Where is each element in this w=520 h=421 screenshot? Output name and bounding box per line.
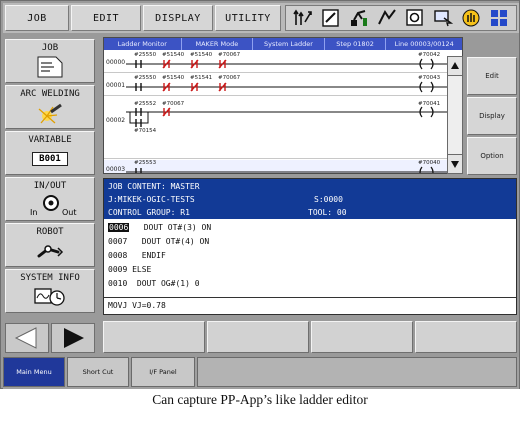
main-menu-tab[interactable]: Main Menu xyxy=(3,357,65,387)
short-cut-tab[interactable]: Short Cut xyxy=(67,357,129,387)
side-job-label: JOB xyxy=(41,43,59,53)
control-group: CONTROL GROUP: R1 xyxy=(108,208,190,217)
ladder-rung[interactable]: 00002 #25552 #70067 #70154 #70041 xyxy=(104,97,462,159)
instruction-input-line[interactable]: MOVJ VJ=0.78 xyxy=(104,297,516,313)
ladder-header-title: Ladder Monitor xyxy=(104,38,182,50)
system-clock-icon xyxy=(34,286,66,312)
side-arc-welding-button[interactable]: ARC WELDING xyxy=(5,85,95,129)
pendant-screen: JOB EDIT DISPLAY UTILITY JOB ARC WELDING… xyxy=(0,0,520,389)
ladder-edit-button[interactable]: Edit xyxy=(467,57,517,95)
job-content-title: JOB CONTENT: MASTER xyxy=(108,182,200,191)
function-key-3[interactable] xyxy=(311,321,413,353)
in-label: In xyxy=(30,208,38,217)
io-plug-icon xyxy=(40,193,62,217)
ladder-monitor-window: Ladder Monitor MAKER Mode System Ladder … xyxy=(103,37,463,174)
job-line-text: DOUT OG#(1) 0 xyxy=(136,279,200,288)
triangle-up-icon xyxy=(451,62,459,69)
job-content-header: JOB CONTENT: MASTER J:MIKEK-OGIC-TESTS S… xyxy=(104,179,516,219)
job-line-number: 0009 xyxy=(108,265,128,274)
side-robot-button[interactable]: ROBOT xyxy=(5,223,95,267)
job-line-text: ELSE xyxy=(132,265,152,274)
ladder-rung[interactable]: 00003 #25553 #70040 xyxy=(104,160,462,173)
side-job-button[interactable]: JOB xyxy=(5,39,95,83)
figure-caption: Can capture PP-App’s like ladder editor xyxy=(152,392,368,407)
if-panel-tab[interactable]: I/F Panel xyxy=(131,357,195,387)
tool-number: TOOL: 00 xyxy=(308,208,347,217)
ladder-scroll-down-button[interactable] xyxy=(447,154,463,174)
edit-lock-icon xyxy=(321,8,341,28)
menu-display[interactable]: DISPLAY xyxy=(143,5,213,31)
task-bar: Main Menu Short Cut I/F Panel xyxy=(3,357,519,389)
job-step: S:0000 xyxy=(314,195,343,204)
out-label: Out xyxy=(62,208,77,217)
page-forward-button[interactable] xyxy=(51,323,95,353)
page-back-button[interactable] xyxy=(5,323,49,353)
ladder-header-ladder: System Ladder xyxy=(253,38,325,50)
ladder-option-button[interactable]: Option xyxy=(467,137,517,175)
robot-group-icon xyxy=(349,8,369,28)
welding-spark-icon xyxy=(37,103,63,129)
ladder-header-mode: MAKER Mode xyxy=(182,38,254,50)
rung-diagram xyxy=(126,106,448,127)
rung-diagram xyxy=(126,166,448,173)
job-line-text: DOUT OT#(4) ON xyxy=(141,237,210,246)
ladder-scroll-up-button[interactable] xyxy=(447,56,463,76)
ladder-rung[interactable]: 00000 #25550 #51540 #51540 #70067 #70042 xyxy=(104,51,462,73)
coordinate-axes-icon xyxy=(293,8,313,28)
ladder-header: Ladder Monitor MAKER Mode System Ladder … xyxy=(104,38,462,50)
function-key-4[interactable] xyxy=(415,321,517,353)
robot-arm-icon xyxy=(36,240,64,264)
side-variable-button[interactable]: VARIABLE B001 xyxy=(5,131,95,175)
job-line-number: 0007 xyxy=(108,237,128,246)
side-system-info-button[interactable]: SYSTEM INFO xyxy=(5,269,95,313)
ladder-rung[interactable]: 00001 #25550 #51540 #51541 #70067 #70043 xyxy=(104,74,462,96)
grid-display-icon xyxy=(489,8,509,28)
top-menu-bar: JOB EDIT DISPLAY UTILITY xyxy=(3,3,519,33)
rung-diagram xyxy=(126,81,448,93)
ladder-header-line: Line 00003/00124 xyxy=(394,40,454,48)
arrow-right-icon xyxy=(64,328,84,348)
hand-servo-icon xyxy=(461,8,481,28)
function-key-1[interactable] xyxy=(103,321,205,353)
job-line-number: 0010 xyxy=(108,279,128,288)
side-inout-label: IN/OUT xyxy=(33,181,67,191)
job-document-icon xyxy=(36,56,64,82)
job-line[interactable]: 0008 ENDIF xyxy=(108,251,166,260)
side-sysinfo-label: SYSTEM INFO xyxy=(20,273,80,283)
menu-job[interactable]: JOB xyxy=(5,5,69,31)
arrow-left-icon xyxy=(14,327,37,349)
job-line[interactable]: 0009 ELSE xyxy=(108,265,151,274)
side-robot-label: ROBOT xyxy=(36,227,64,237)
task-bar-empty xyxy=(197,357,517,387)
menu-edit[interactable]: EDIT xyxy=(71,5,141,31)
side-arc-label: ARC WELDING xyxy=(20,89,80,99)
ladder-header-step: Step 01802 xyxy=(325,38,387,50)
job-line-text: ENDIF xyxy=(141,251,166,260)
menu-utility[interactable]: UTILITY xyxy=(215,5,281,31)
ladder-scrollbar-track[interactable] xyxy=(447,76,463,154)
job-line[interactable]: 0007 DOUT OT#(4) ON xyxy=(108,237,209,246)
ladder-display-button[interactable]: Display xyxy=(467,97,517,135)
variable-value-box: B001 xyxy=(32,152,68,166)
job-line-text: DOUT OT#(3) ON xyxy=(143,223,212,232)
monitor-icon xyxy=(433,8,453,28)
job-name: J:MIKEK-OGIC-TESTS xyxy=(108,195,195,204)
rung-diagram xyxy=(126,58,448,70)
side-variable-label: VARIABLE xyxy=(28,135,72,145)
speed-icon xyxy=(377,8,397,28)
job-line[interactable]: 0010 DOUT OG#(1) 0 xyxy=(108,279,200,288)
status-icon-bar xyxy=(285,5,517,31)
triangle-down-icon xyxy=(451,161,459,168)
side-inout-button[interactable]: IN/OUT In Out xyxy=(5,177,95,221)
job-line[interactable]: 0006 DOUT OT#(3) ON xyxy=(108,223,211,232)
job-content-window: JOB CONTENT: MASTER J:MIKEK-OGIC-TESTS S… xyxy=(103,178,517,315)
function-key-2[interactable] xyxy=(207,321,309,353)
job-line-number: 0008 xyxy=(108,251,128,260)
teach-mode-icon xyxy=(405,8,425,28)
job-line-number: 0006 xyxy=(108,223,130,232)
